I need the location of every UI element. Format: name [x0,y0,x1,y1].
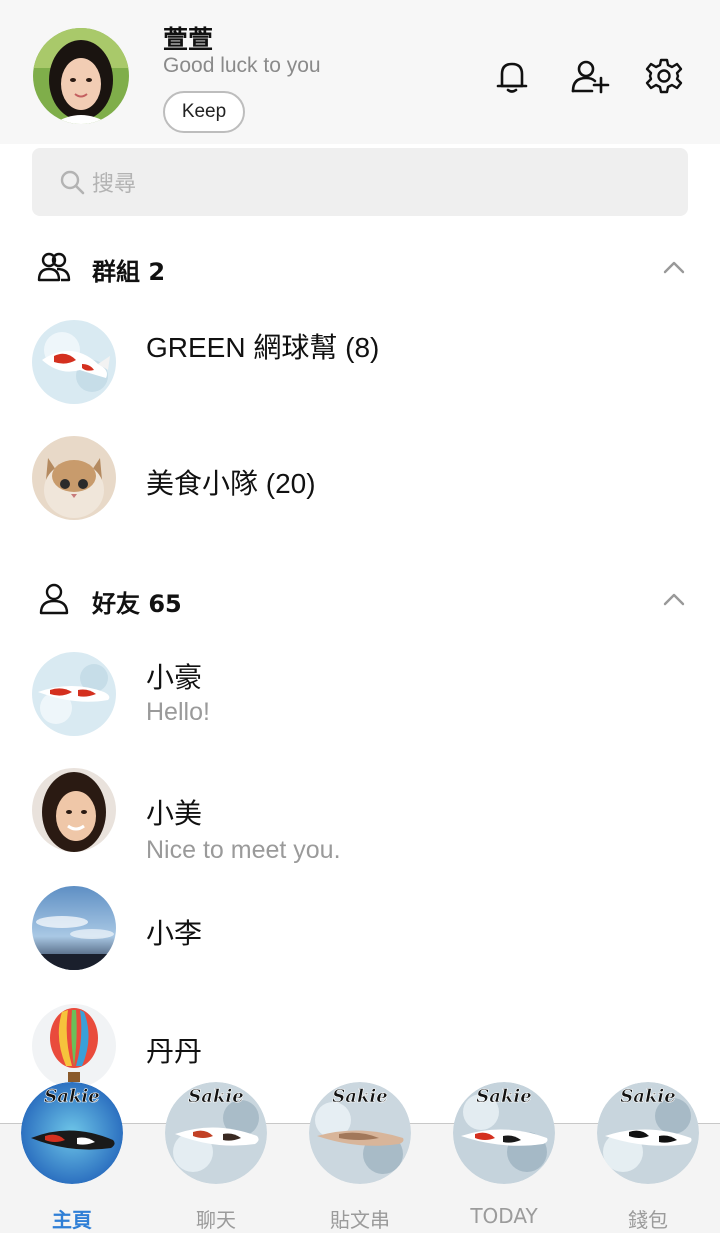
nav-badge-text: Sakie [476,1086,531,1107]
cat-avatar [32,436,116,520]
tab-label: 主頁 [52,1208,92,1232]
koi-tab-icon: Sakie [597,1082,699,1184]
friends-section-header[interactable]: 好友 65 [0,574,720,624]
chevron-up-icon[interactable] [662,588,686,610]
friend-icon [37,582,71,616]
friend-row[interactable]: 小豪 Hello! [0,648,720,748]
groups-section-header[interactable]: 群組 2 [0,242,720,292]
friends-section-title: 好友 65 [92,590,182,618]
bottom-navigation-bar: Sakie 主頁 Sakie 聊天 Sakie 貼文串 Sakie TODAY … [0,1082,720,1233]
tab-chat[interactable]: Sakie 聊天 [144,1082,288,1233]
koi-tab-icon: Sakie [309,1082,411,1184]
group-name: GREEN 網球幫 (8) [146,332,380,363]
profile-status-message: Good luck to you [163,54,321,77]
friend-name: 小豪 [146,662,203,693]
friend-name: 小美 [146,798,203,829]
search-icon [58,168,86,196]
friend-row[interactable]: 小李 [0,884,720,984]
nav-badge-text: Sakie [332,1086,387,1107]
koi-tab-icon: Sakie [165,1082,267,1184]
tab-label: 錢包 [628,1208,668,1232]
friend-row[interactable]: 小美 Nice to meet you. [0,766,720,866]
bell-icon[interactable] [492,56,532,96]
profile-header: 萱萱 Good luck to you Keep [0,0,720,144]
tab-today[interactable]: Sakie TODAY [432,1082,576,1233]
tab-home[interactable]: Sakie 主頁 [0,1082,144,1233]
tab-label: 貼文串 [330,1208,390,1232]
search-placeholder: 搜尋 [92,172,137,197]
tab-timeline[interactable]: Sakie 貼文串 [288,1082,432,1233]
keep-button[interactable]: Keep [163,91,245,133]
hot-air-balloon-avatar [32,1004,116,1088]
groups-section-title: 群組 2 [92,258,166,286]
add-friend-icon[interactable] [570,56,610,96]
friend-name: 丹丹 [146,1036,203,1067]
profile-avatar[interactable] [33,28,129,124]
nav-badge-text: Sakie [188,1086,243,1107]
koi-fish-avatar [32,320,116,404]
koi-tab-icon: Sakie [21,1082,123,1184]
tab-label: 聊天 [196,1208,236,1232]
group-row[interactable]: GREEN 網球幫 (8) [0,316,720,416]
friend-status-message: Hello! [146,698,210,726]
friend-status-message: Nice to meet you. [146,836,341,864]
group-icon [37,250,71,284]
koi-tab-icon: Sakie [453,1082,555,1184]
group-row[interactable]: 美食小隊 (20) [0,434,720,534]
sky-avatar [32,886,116,970]
tab-label: TODAY [470,1204,538,1228]
group-name: 美食小隊 (20) [146,468,316,499]
nav-badge-text: Sakie [44,1086,99,1107]
search-bar[interactable]: 搜尋 [32,148,688,216]
koi-fish-avatar [32,652,116,736]
settings-gear-icon[interactable] [644,56,684,96]
nav-badge-text: Sakie [620,1086,675,1107]
woman-avatar [32,768,116,852]
friend-name: 小李 [146,918,203,949]
profile-name: 萱萱 [163,25,214,54]
chevron-up-icon[interactable] [662,256,686,278]
tab-wallet[interactable]: Sakie 錢包 [576,1082,720,1233]
